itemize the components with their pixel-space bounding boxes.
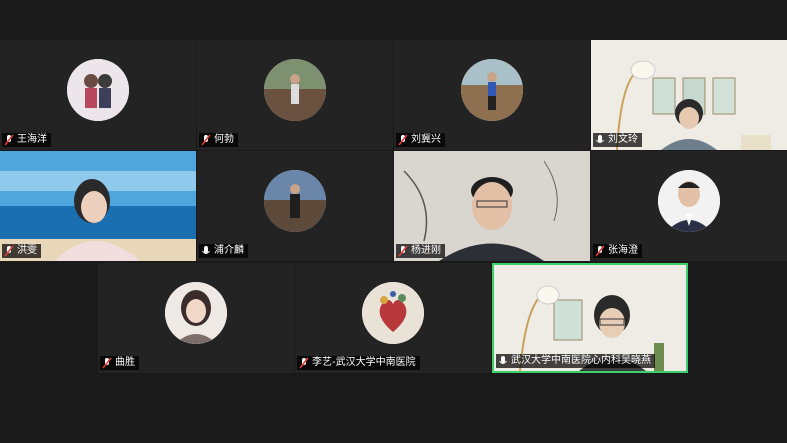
participant-tile[interactable]: 杨进刚 — [394, 151, 590, 261]
mic-muted-icon — [398, 245, 408, 257]
avatar — [658, 170, 720, 233]
participant-name: 何勃 — [214, 134, 234, 145]
participant-nameplate: 刘文玲 — [593, 133, 642, 147]
avatar — [362, 282, 424, 345]
participant-nameplate: 杨进刚 — [396, 244, 445, 258]
participant-nameplate: 浦介麟 — [199, 244, 248, 258]
avatar — [264, 59, 326, 122]
participant-name: 刘文玲 — [608, 134, 638, 145]
mic-muted-icon — [102, 357, 112, 369]
participant-name: 武汉大学中南医院心内科吴晓燕 — [511, 355, 651, 366]
participant-tile[interactable]: 洪雯 — [0, 151, 196, 261]
participant-nameplate: 武汉大学中南医院心内科吴晓燕 — [496, 354, 655, 368]
participant-tile[interactable]: 张海澄 — [591, 151, 787, 261]
mic-icon — [499, 356, 507, 364]
participant-name: 张海澄 — [608, 245, 638, 256]
participant-nameplate: 王海洋 — [2, 133, 51, 147]
participant-tile[interactable]: 何勃 — [197, 40, 393, 150]
mic-muted-icon — [201, 134, 211, 146]
participant-nameplate: 张海澄 — [593, 244, 642, 258]
avatar — [165, 282, 227, 345]
mic-muted-icon — [398, 134, 408, 146]
mic-muted-icon — [4, 134, 14, 146]
participant-nameplate: 洪雯 — [2, 244, 41, 258]
participant-nameplate: 刘冀兴 — [396, 133, 445, 147]
participant-name: 杨进刚 — [411, 245, 441, 256]
participant-tile[interactable]: 曲胜 — [98, 263, 294, 373]
participant-name: 刘冀兴 — [411, 134, 441, 145]
participant-tile[interactable]: 王海洋 — [0, 40, 196, 150]
participant-name: 曲胜 — [115, 357, 135, 368]
avatar — [67, 59, 129, 122]
mic-icon — [202, 246, 210, 254]
participant-tile[interactable]: 刘文玲 — [591, 40, 787, 150]
mic-muted-icon — [299, 357, 309, 369]
participant-tile[interactable]: 李艺-武汉大学中南医院 — [295, 263, 491, 373]
participant-tile[interactable]: 浦介麟 — [197, 151, 393, 261]
participant-name: 洪雯 — [17, 245, 37, 256]
avatar — [264, 170, 326, 233]
participant-nameplate: 何勃 — [199, 133, 238, 147]
participant-name: 李艺-武汉大学中南医院 — [312, 357, 416, 368]
avatar — [461, 59, 523, 122]
participant-name: 浦介麟 — [214, 245, 244, 256]
participant-nameplate: 曲胜 — [100, 356, 139, 370]
mic-muted-icon — [595, 245, 605, 257]
active-speaker-tile[interactable]: 武汉大学中南医院心内科吴晓燕 — [492, 263, 688, 373]
mic-muted-icon — [4, 245, 14, 257]
participant-name: 王海洋 — [17, 134, 47, 145]
participant-nameplate: 李艺-武汉大学中南医院 — [297, 356, 420, 370]
participant-tile[interactable]: 刘冀兴 — [394, 40, 590, 150]
mic-icon — [596, 135, 604, 143]
